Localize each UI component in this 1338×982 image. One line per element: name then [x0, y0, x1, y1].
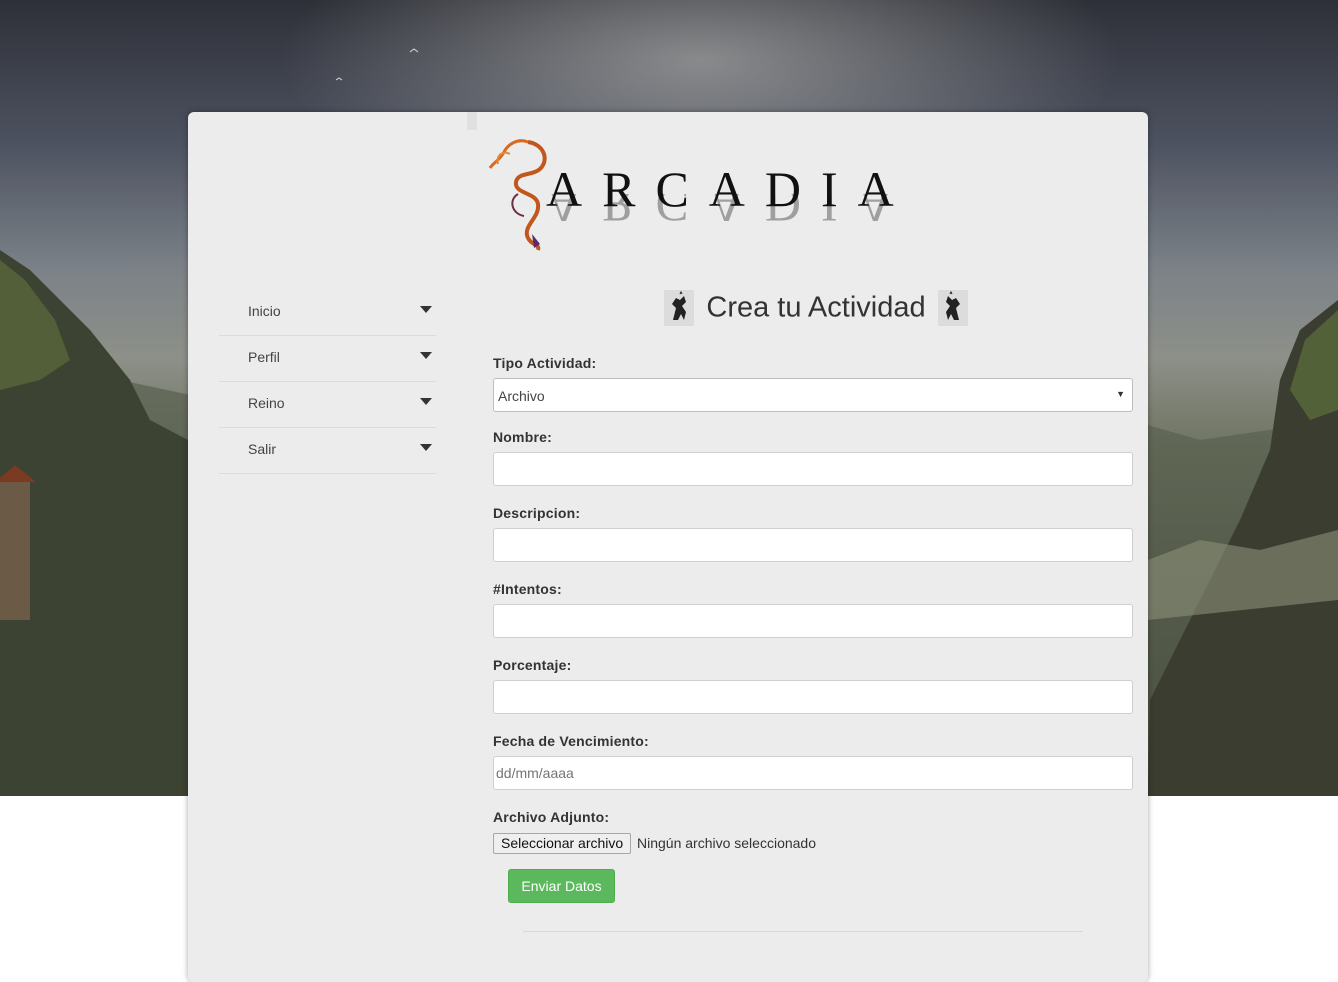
arcadia-logo[interactable]: ARCADIA ARCADIA: [488, 134, 914, 254]
descripcion-label: Descripcion:: [493, 505, 581, 521]
sidebar-nav: Inicio Perfil Reino Salir: [219, 290, 436, 474]
caret-down-icon: [420, 306, 432, 313]
form-title: Crea tu Actividad: [493, 290, 1139, 326]
porcentaje-label: Porcentaje:: [493, 657, 572, 673]
knight-icon: [937, 290, 968, 326]
caret-down-icon: [420, 398, 432, 405]
sidebar-item-label: Salir: [248, 441, 277, 457]
sidebar-item-inicio[interactable]: Inicio: [219, 290, 436, 336]
sidebar-item-salir[interactable]: Salir: [219, 428, 436, 474]
divider: [523, 931, 1083, 932]
sidebar-item-reino[interactable]: Reino: [219, 382, 436, 428]
fecha-vencimiento-input[interactable]: [493, 756, 1133, 790]
select-arrow-icon: ▼: [1116, 389, 1125, 399]
file-status-text: Ningún archivo seleccionado: [637, 835, 816, 851]
select-file-button[interactable]: Seleccionar archivo: [493, 833, 632, 854]
sidebar-item-perfil[interactable]: Perfil: [219, 336, 436, 382]
knight-icon: [664, 290, 695, 326]
descripcion-input[interactable]: [493, 528, 1133, 562]
tipo-actividad-label: Tipo Actividad:: [493, 355, 597, 371]
sidebar-item-label: Inicio: [248, 303, 281, 319]
nombre-input[interactable]: [493, 452, 1133, 486]
sidebar-item-label: Reino: [248, 395, 285, 411]
tipo-actividad-select[interactable]: Archivo ▼: [493, 378, 1133, 412]
caret-down-icon: [420, 352, 432, 359]
caret-down-icon: [420, 444, 432, 451]
nombre-label: Nombre:: [493, 429, 552, 445]
intentos-label: #Intentos:: [493, 581, 562, 597]
porcentaje-input[interactable]: [493, 680, 1133, 714]
submit-button[interactable]: Enviar Datos: [508, 869, 615, 903]
form-title-text: Crea tu Actividad: [706, 291, 926, 324]
sidebar-item-label: Perfil: [248, 349, 280, 365]
brand-name-reflection: ARCADIA: [546, 194, 914, 233]
archivo-adjunto-label: Archivo Adjunto:: [493, 809, 610, 825]
panel-tab: [467, 112, 477, 130]
intentos-input[interactable]: [493, 604, 1133, 638]
main-panel: ARCADIA ARCADIA Inicio Perfil Reino Sali…: [188, 112, 1148, 982]
fecha-vencimiento-label: Fecha de Vencimiento:: [493, 733, 649, 749]
tipo-actividad-value: Archivo: [498, 388, 545, 404]
